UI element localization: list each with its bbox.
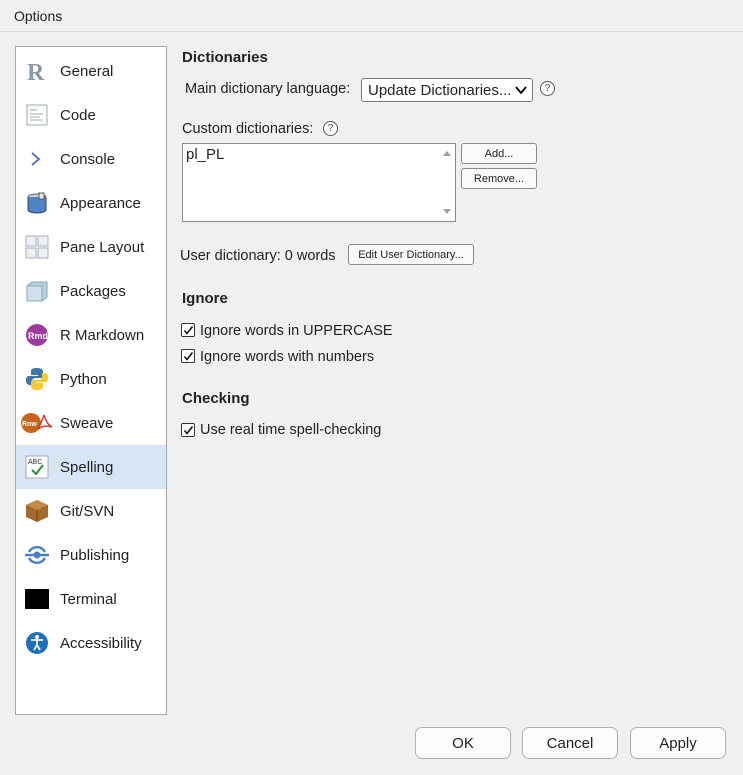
ignore-heading: Ignore: [182, 290, 228, 307]
console-prompt-icon: [25, 147, 49, 171]
sidebar-item-label: Code: [60, 107, 96, 124]
apply-button[interactable]: Apply: [630, 727, 726, 759]
sweave-pdf-icon: Rnw: [20, 411, 54, 435]
sidebar-item-label: Git/SVN: [60, 503, 115, 520]
sidebar-item-label: Pane Layout: [60, 239, 145, 256]
main-dictionary-language-label: Main dictionary language:: [185, 81, 351, 97]
ignore-numbers-label: Ignore words with numbers: [200, 349, 375, 365]
code-document-icon: [25, 103, 49, 127]
sidebar-item-label: Python: [60, 371, 107, 388]
custom-dictionaries-label: Custom dictionaries:: [182, 121, 314, 137]
sidebar-item-label: Terminal: [60, 591, 117, 608]
sidebar-item-label: Console: [60, 151, 116, 168]
scroll-up-arrow-icon[interactable]: [443, 151, 451, 156]
paint-bucket-icon: [25, 191, 49, 215]
checking-heading: Checking: [182, 390, 250, 407]
package-box-icon: [25, 279, 49, 303]
sidebar-item-packages[interactable]: Packages: [16, 269, 166, 313]
user-dictionary-count: User dictionary: 0 words: [180, 248, 336, 264]
remove-dictionary-button[interactable]: Remove...: [461, 168, 537, 189]
terminal-icon: [25, 587, 49, 611]
abc-check-icon: ABC: [25, 455, 49, 479]
sidebar-item-r-markdown[interactable]: Rmd R Markdown: [16, 313, 166, 357]
custom-dictionaries-list[interactable]: pl_PL: [182, 143, 456, 222]
checkmark-icon: [183, 352, 194, 361]
sidebar-item-general[interactable]: R General: [16, 49, 166, 93]
window-title: Options: [14, 8, 63, 24]
ignore-uppercase-label: Ignore words in UPPERCASE: [200, 323, 393, 339]
dictionaries-heading: Dictionaries: [182, 49, 268, 66]
sidebar-item-label: Spelling: [60, 459, 114, 476]
help-icon[interactable]: ?: [323, 121, 338, 136]
realtime-spellcheck-label: Use real time spell-checking: [200, 422, 382, 438]
list-item[interactable]: pl_PL: [186, 146, 224, 163]
help-icon[interactable]: ?: [540, 81, 555, 96]
checkmark-icon: [183, 426, 194, 435]
git-box-icon: [25, 499, 49, 523]
sidebar-item-spelling[interactable]: ABC Spelling: [16, 445, 166, 489]
sidebar-item-label: Sweave: [60, 415, 114, 432]
r-logo-icon: R: [25, 59, 49, 83]
sidebar-item-terminal[interactable]: Terminal: [16, 577, 166, 621]
sidebar-item-label: Accessibility: [60, 635, 142, 652]
ignore-numbers-checkbox[interactable]: [181, 349, 195, 363]
sidebar-item-sweave[interactable]: Rnw Sweave: [16, 401, 166, 445]
svg-text:Rnw: Rnw: [22, 421, 37, 428]
sidebar-item-label: General: [60, 63, 114, 80]
publish-icon: [25, 543, 49, 567]
ignore-uppercase-checkbox[interactable]: [181, 323, 195, 337]
svg-text:ABC: ABC: [28, 459, 42, 466]
rmd-icon: Rmd: [25, 323, 49, 347]
cancel-button[interactable]: Cancel: [522, 727, 618, 759]
main-dictionary-language-select[interactable]: Update Dictionaries...: [361, 78, 533, 102]
checkmark-icon: [183, 326, 194, 335]
sidebar-item-python[interactable]: Python: [16, 357, 166, 401]
sidebar-item-label: R Markdown: [60, 327, 145, 344]
ok-button[interactable]: OK: [415, 727, 511, 759]
options-sidebar: R General Code Console Appearance Pane L…: [15, 46, 167, 715]
sidebar-item-label: Publishing: [60, 547, 130, 564]
accessibility-icon: [25, 631, 49, 655]
sidebar-item-publishing[interactable]: Publishing: [16, 533, 166, 577]
pane-grid-icon: [25, 235, 49, 259]
select-value: Update Dictionaries...: [368, 82, 512, 99]
sidebar-item-console[interactable]: Console: [16, 137, 166, 181]
scroll-down-arrow-icon[interactable]: [443, 209, 451, 214]
sidebar-item-label: Packages: [60, 283, 126, 300]
sidebar-item-code[interactable]: Code: [16, 93, 166, 137]
chevron-down-icon: [514, 83, 528, 101]
sidebar-item-label: Appearance: [60, 195, 141, 212]
title-bar: Options: [0, 0, 743, 32]
add-dictionary-button[interactable]: Add...: [461, 143, 537, 164]
sidebar-item-pane-layout[interactable]: Pane Layout: [16, 225, 166, 269]
sidebar-item-appearance[interactable]: Appearance: [16, 181, 166, 225]
python-icon: [25, 367, 49, 391]
svg-text:R: R: [27, 60, 45, 83]
sidebar-item-git-svn[interactable]: Git/SVN: [16, 489, 166, 533]
sidebar-item-accessibility[interactable]: Accessibility: [16, 621, 166, 665]
edit-user-dictionary-button[interactable]: Edit User Dictionary...: [348, 244, 474, 265]
realtime-spellcheck-checkbox[interactable]: [181, 423, 195, 437]
svg-text:Rmd: Rmd: [28, 331, 48, 341]
